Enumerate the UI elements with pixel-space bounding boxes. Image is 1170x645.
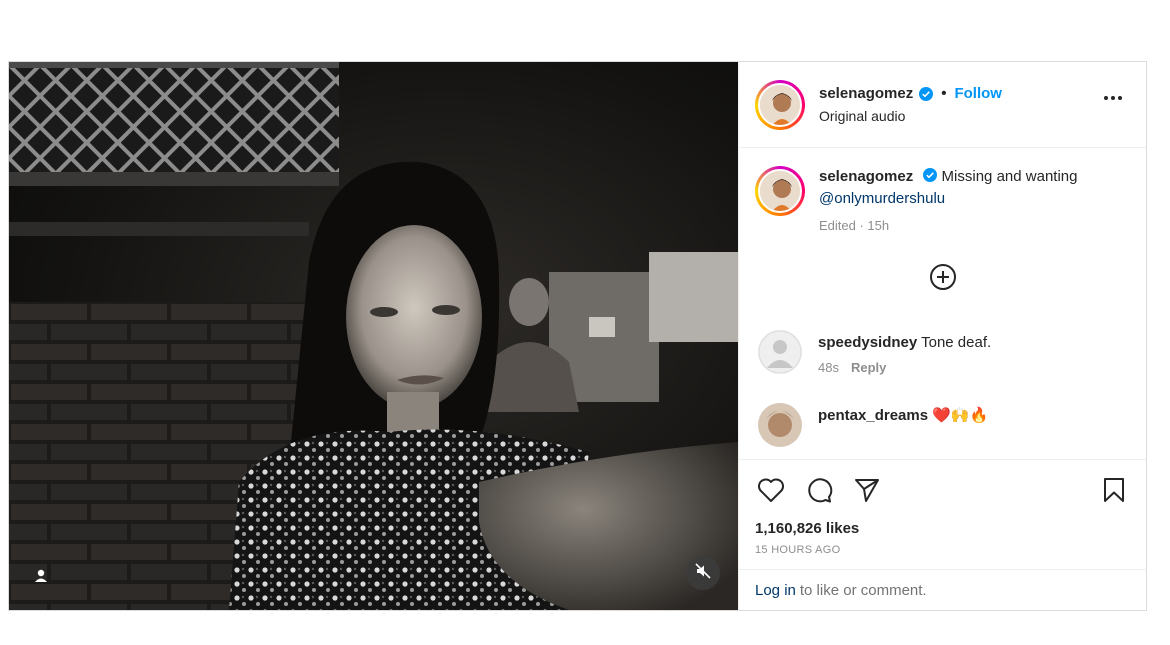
likes-count[interactable]: 1,160,826 likes xyxy=(755,520,1130,537)
video-frame-image xyxy=(9,62,738,610)
speaker-muted-icon xyxy=(695,562,711,584)
post-side-panel: selenagomez • Follow Original audio sele… xyxy=(738,62,1146,610)
login-link[interactable]: Log in xyxy=(755,582,796,599)
comment-text: ❤️🙌🔥 xyxy=(928,407,989,424)
commenter-avatar[interactable] xyxy=(758,403,802,447)
post-timestamp: 15 HOURS AGO xyxy=(755,544,841,556)
user-tag-button[interactable] xyxy=(29,566,53,590)
heart-icon[interactable] xyxy=(755,474,787,506)
author-username[interactable]: selenagomez xyxy=(819,85,913,102)
commenter-avatar[interactable] xyxy=(758,330,802,374)
author-avatar[interactable] xyxy=(755,79,805,130)
load-more-comments-button[interactable] xyxy=(739,263,1146,296)
caption-text: Missing and wanting xyxy=(937,168,1078,185)
comment-username[interactable]: pentax_dreams xyxy=(818,407,928,424)
post-video[interactable] xyxy=(9,62,738,610)
plus-circle-icon xyxy=(929,263,957,296)
post-header: selenagomez • Follow Original audio xyxy=(739,62,1146,148)
comment-time: 48s xyxy=(818,360,839,375)
bookmark-icon[interactable] xyxy=(1098,474,1130,506)
login-prompt-text: to like or comment. xyxy=(799,581,927,599)
comment-item: speedysidney Tone deaf. 48s Reply xyxy=(739,330,1146,375)
caption-mention-link[interactable]: @onlymurdershulu xyxy=(819,190,945,207)
paper-plane-icon[interactable] xyxy=(851,474,883,506)
verified-badge-icon xyxy=(923,168,938,182)
caption-avatar[interactable] xyxy=(755,166,805,216)
comment-bubble-icon[interactable] xyxy=(803,474,835,506)
user-tag-icon xyxy=(34,569,48,588)
post-caption: selenagomez Missing and wanting @onlymur… xyxy=(739,148,1146,233)
comment-text: Tone deaf. xyxy=(917,334,992,351)
login-prompt: Log in to like or comment. xyxy=(739,569,1146,610)
mute-button[interactable] xyxy=(686,556,720,590)
instagram-post: selenagomez • Follow Original audio sele… xyxy=(8,61,1147,611)
post-actions: 1,160,826 likes 15 HOURS AGO xyxy=(739,459,1146,569)
audio-label[interactable]: Original audio xyxy=(819,108,1002,124)
reply-button[interactable]: Reply xyxy=(851,360,886,375)
comment-username[interactable]: speedysidney xyxy=(818,334,917,351)
header-separator: • xyxy=(941,85,947,102)
comments-section: selenagomez Missing and wanting @onlymur… xyxy=(739,148,1146,459)
follow-button[interactable]: Follow xyxy=(954,85,1002,102)
caption-meta: Edited · 15h xyxy=(819,218,890,233)
comment-item: pentax_dreams ❤️🙌🔥 xyxy=(739,403,1146,447)
caption-username[interactable]: selenagomez xyxy=(819,168,913,185)
more-options-icon[interactable] xyxy=(1104,96,1122,100)
verified-badge-icon xyxy=(919,86,934,101)
